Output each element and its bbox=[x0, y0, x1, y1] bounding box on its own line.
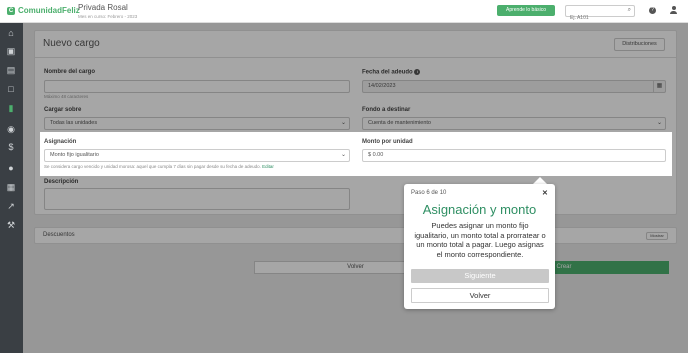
bank-icon[interactable]: ◉ bbox=[6, 124, 16, 134]
user-icon[interactable] bbox=[670, 6, 677, 14]
tooltip-back-button[interactable]: Volver bbox=[411, 288, 549, 303]
logo-icon: C bbox=[7, 6, 15, 15]
calendar-icon[interactable]: ▦ bbox=[6, 182, 16, 192]
community-info: Privada Rosal Mes en curso: Febrero - 20… bbox=[78, 3, 137, 19]
learn-basics-button[interactable]: Aprende lo básico bbox=[497, 5, 555, 16]
money-icon[interactable]: ▮ bbox=[6, 103, 16, 113]
assignment-select[interactable]: Monto fijo igualitario ⌄ bbox=[44, 149, 350, 162]
search-icon[interactable]: ⌕ bbox=[628, 7, 631, 14]
search-box: ⌕ bbox=[565, 5, 635, 23]
logo[interactable]: C ComunidadFeliz bbox=[7, 6, 80, 15]
amount-label: Monto por unidad bbox=[362, 139, 413, 145]
document-icon[interactable]: □ bbox=[6, 84, 16, 94]
top-bar: C ComunidadFeliz Privada Rosal Mes en cu… bbox=[0, 0, 688, 23]
building-icon[interactable]: ▤ bbox=[6, 65, 16, 75]
close-icon[interactable]: ✕ bbox=[542, 189, 548, 197]
home-icon[interactable]: ⌂ bbox=[6, 28, 16, 38]
logo-text: ComunidadFeliz bbox=[18, 6, 80, 15]
tooltip-title: Asignación y monto bbox=[422, 202, 537, 217]
edit-link[interactable]: Editar bbox=[262, 164, 274, 169]
wallet-icon[interactable]: ▣ bbox=[6, 46, 16, 56]
assignment-value: Monto fijo igualitario bbox=[50, 152, 99, 158]
assignment-hint: Se considera cargo vencido y unidad moro… bbox=[44, 164, 274, 169]
tooltip-body: Puedes asignar un monto fijo igualitario… bbox=[414, 221, 546, 259]
amount-input[interactable]: $ 0.00 bbox=[362, 149, 666, 162]
community-name: Privada Rosal bbox=[78, 3, 128, 12]
assignment-hint-text: Se considera cargo vencido y unidad moro… bbox=[44, 164, 261, 169]
help-icon[interactable]: ? bbox=[649, 7, 656, 14]
tour-step: Paso 6 de 10 bbox=[411, 190, 447, 196]
assignment-label: Asignación bbox=[44, 139, 77, 145]
next-button[interactable]: Siguiente bbox=[411, 269, 549, 283]
tooltip-arrow bbox=[533, 177, 547, 184]
search-input[interactable] bbox=[566, 13, 621, 23]
sidebar: ⌂ ▣ ▤ □ ▮ ◉ $ ● ▦ ↗ ⚒ bbox=[0, 23, 23, 353]
wrench-icon[interactable]: ⚒ bbox=[6, 220, 16, 230]
dollar-icon[interactable]: $ bbox=[6, 142, 16, 152]
tour-overlay bbox=[23, 23, 688, 353]
chevron-down-icon: ⌄ bbox=[340, 152, 346, 158]
people-icon[interactable]: ● bbox=[6, 163, 16, 173]
community-month: Mes en curso: Febrero - 2023 bbox=[78, 14, 138, 19]
chart-icon[interactable]: ↗ bbox=[6, 201, 16, 211]
